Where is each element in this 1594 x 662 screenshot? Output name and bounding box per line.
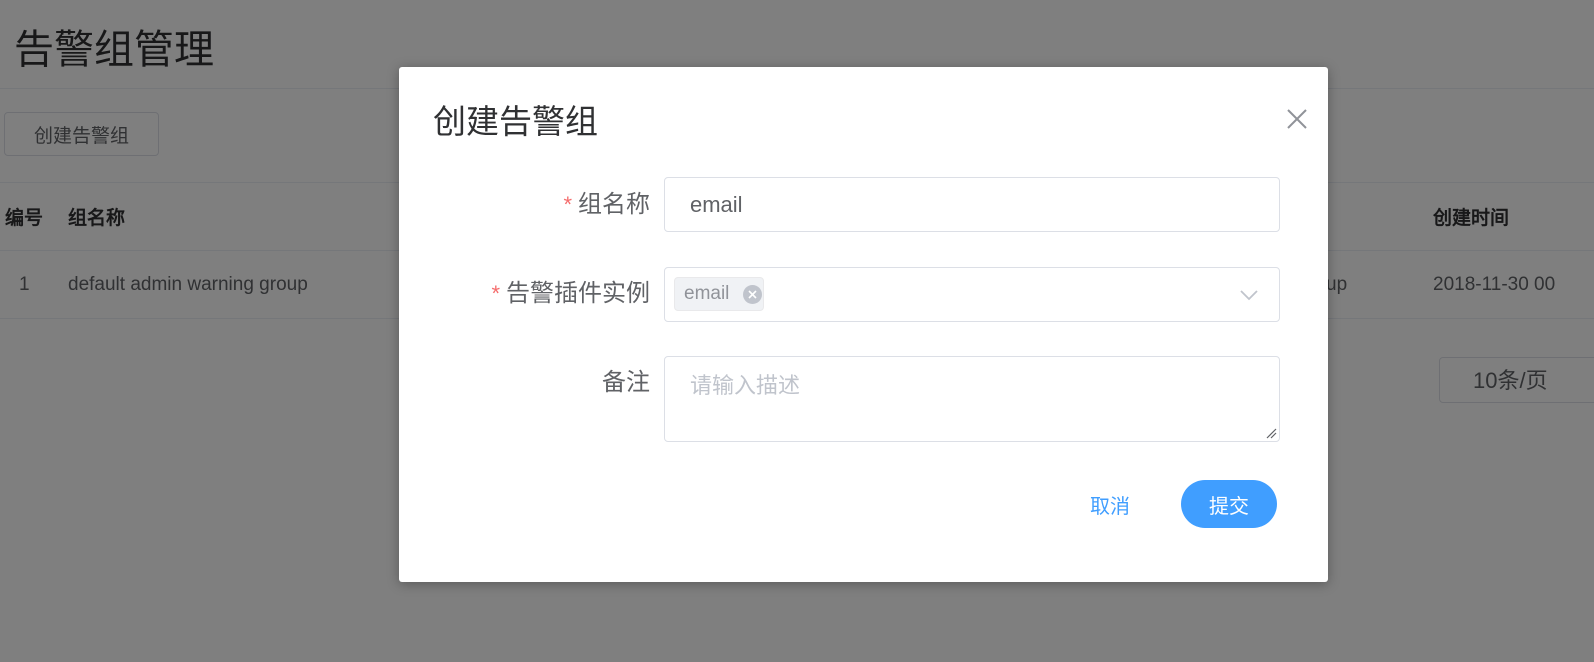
alert-plugin-select[interactable]: email [664, 267, 1280, 322]
selected-plugin-tag: email [674, 277, 764, 311]
remark-label: 备注 [602, 369, 650, 396]
group-name-label: * 组名称 [563, 187, 650, 223]
group-name-field[interactable] [664, 177, 1280, 232]
remark-textarea[interactable] [665, 357, 1279, 441]
dialog-title: 创建告警组 [433, 103, 598, 140]
close-icon [1287, 109, 1307, 129]
submit-button[interactable]: 提交 [1181, 480, 1277, 528]
tag-label: email [684, 283, 730, 304]
tag-close-icon[interactable] [743, 285, 762, 304]
group-name-input[interactable] [665, 178, 1279, 231]
close-button[interactable] [1283, 105, 1311, 133]
alert-plugins-label-text: 告警插件实例 [506, 280, 650, 307]
cancel-button[interactable]: 取消 [1075, 481, 1145, 527]
create-alert-group-dialog: 创建告警组 *组名称 *告警插件实例 email 备 [399, 67, 1328, 582]
resize-handle-icon[interactable] [1265, 427, 1277, 439]
chevron-down-icon [1240, 290, 1258, 301]
required-mark: * [563, 192, 572, 217]
required-mark: * [491, 281, 500, 306]
remark-field[interactable] [664, 356, 1280, 442]
alert-plugins-label: * 告警插件实例 [491, 276, 650, 312]
tag-close-glyph [748, 290, 757, 299]
group-name-label-text: 组名称 [578, 191, 650, 218]
